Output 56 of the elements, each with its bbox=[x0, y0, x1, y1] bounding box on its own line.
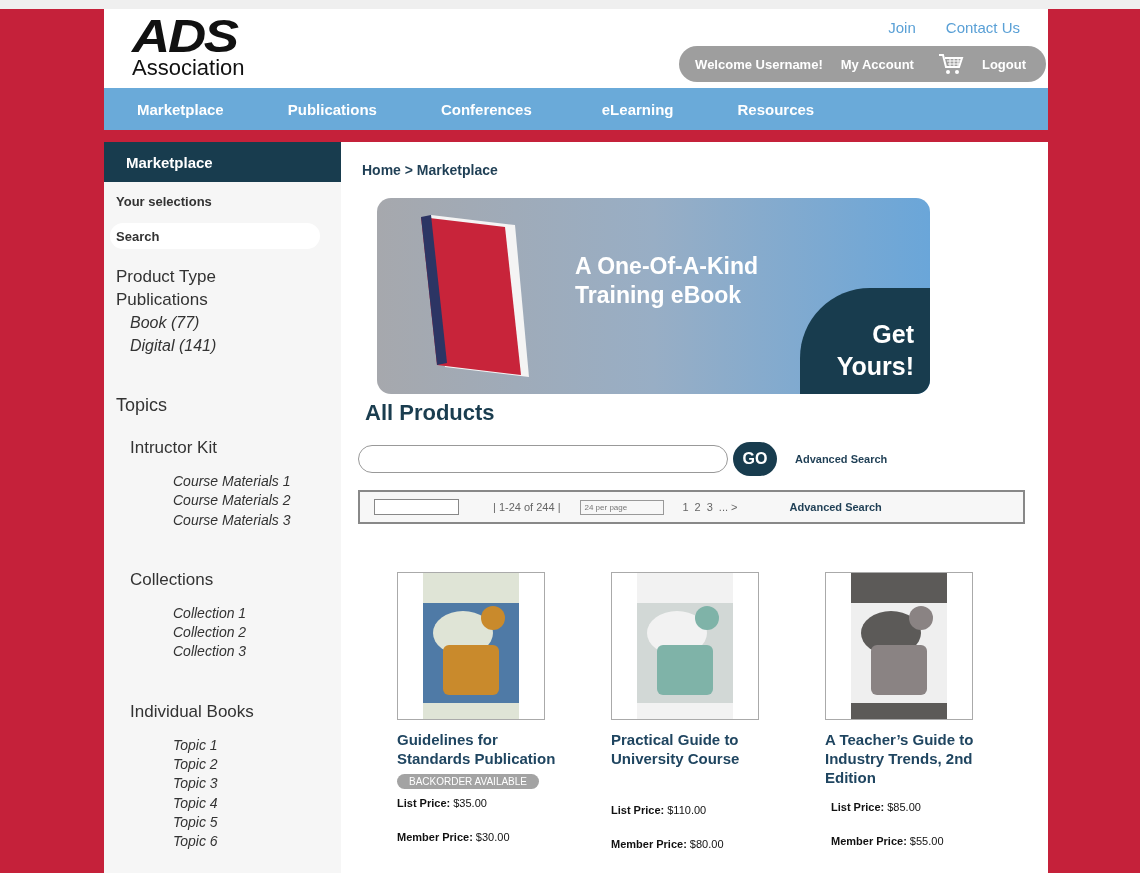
product-title[interactable]: A Teacher’s Guide to Industry Trends, 2nd Edition bbox=[825, 730, 987, 787]
topic-link[interactable]: Topic 2 bbox=[173, 755, 218, 775]
sidebar-title: Marketplace bbox=[104, 142, 341, 182]
topic-link[interactable]: Topic 4 bbox=[173, 793, 218, 813]
member-price: Member Price: $80.00 bbox=[611, 838, 724, 850]
topic-link[interactable]: Course Materials 2 bbox=[173, 491, 291, 511]
topic-link[interactable]: Course Materials 3 bbox=[173, 510, 291, 530]
topic-link[interactable]: Topic 1 bbox=[173, 735, 218, 756]
list-price: List Price: $85.00 bbox=[831, 801, 922, 813]
your-selections-link[interactable]: Your selections bbox=[116, 194, 212, 209]
topic-group-heading: Individual Books bbox=[130, 701, 254, 722]
logo-mark[interactable]: ADS bbox=[132, 13, 237, 59]
product-title[interactable]: Practical Guide to University Course bbox=[611, 730, 773, 768]
result-range: | 1-24 of 244 | bbox=[493, 501, 561, 513]
topic-link[interactable]: Topic 6 bbox=[173, 832, 218, 852]
list-price: List Price: $110.00 bbox=[611, 804, 708, 816]
page-link[interactable]: 3 bbox=[706, 501, 713, 513]
logo-name: Association bbox=[132, 57, 245, 79]
next-page-link[interactable]: ... > bbox=[718, 501, 738, 513]
member-price: Member Price: $30.00 bbox=[397, 831, 510, 843]
get-yours-button[interactable]: Get Yours! bbox=[800, 288, 930, 394]
cart-icon[interactable] bbox=[937, 52, 964, 76]
product-thumbnail[interactable] bbox=[611, 572, 759, 720]
list-price: List Price: $35.00 bbox=[397, 797, 488, 809]
promo-banner[interactable]: A One-Of-A-Kind Training eBook Get Yours! bbox=[377, 198, 930, 394]
topic-link[interactable]: Topic 5 bbox=[173, 812, 218, 833]
advanced-search-link[interactable]: Advanced Search bbox=[795, 453, 888, 465]
topic-link[interactable]: Collection 1 bbox=[173, 603, 247, 624]
product-thumbnail[interactable] bbox=[825, 572, 973, 720]
filter-heading: Topics bbox=[116, 395, 168, 416]
topic-group-heading: Collections bbox=[130, 569, 215, 590]
member-price: Member Price: $55.00 bbox=[831, 835, 944, 847]
go-button[interactable]: GO bbox=[733, 442, 777, 476]
topic-link[interactable]: Topic 3 bbox=[173, 774, 218, 794]
product-title[interactable]: Guidelines for Standards Publication bbox=[397, 730, 559, 768]
topic-link[interactable]: Collection 3 bbox=[173, 642, 247, 662]
page-link[interactable]: 2 bbox=[694, 501, 701, 513]
search-field[interactable]: Search bbox=[110, 223, 320, 249]
product-thumbnail[interactable] bbox=[397, 572, 545, 720]
filter-heading: Product Type bbox=[116, 266, 216, 288]
filter-subheading: Publications bbox=[116, 289, 208, 311]
per-page-select[interactable]: 24 per page bbox=[580, 499, 665, 515]
backorder-badge: BACKORDER AVAILABLE bbox=[397, 774, 539, 789]
breadcrumb: Home > Marketplace bbox=[362, 162, 498, 178]
filter-link[interactable]: Digital (141) bbox=[130, 334, 217, 357]
advanced-search-link[interactable]: Advanced Search bbox=[789, 501, 882, 513]
sort-field[interactable] bbox=[374, 499, 459, 515]
page-link[interactable]: 1 bbox=[682, 501, 689, 513]
section-title: All Products bbox=[365, 400, 495, 426]
banner-headline: A One-Of-A-Kind Training eBook bbox=[575, 252, 760, 310]
topic-link[interactable]: Collection 2 bbox=[173, 623, 247, 643]
welcome-text: Welcome Username! bbox=[695, 56, 823, 72]
topic-link[interactable]: Course Materials 1 bbox=[173, 472, 291, 492]
search-field[interactable] bbox=[358, 445, 728, 473]
filter-link[interactable]: Book (77) bbox=[130, 311, 200, 334]
topic-group-heading: Intructor Kit bbox=[130, 438, 218, 458]
